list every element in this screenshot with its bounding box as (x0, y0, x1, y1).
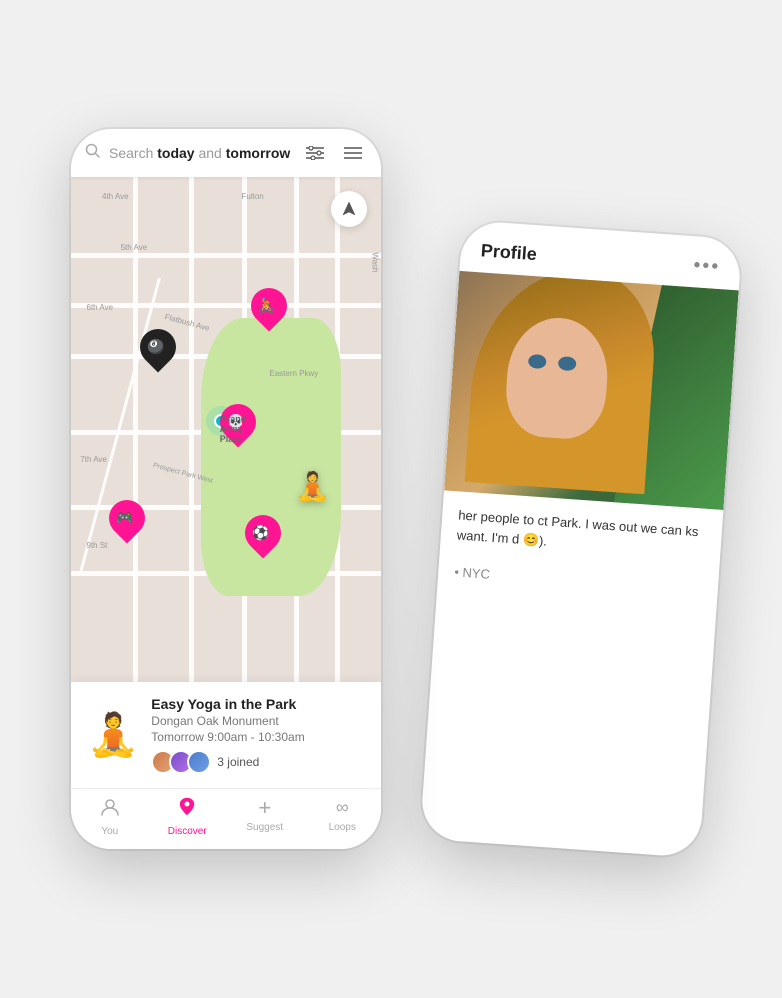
road-label-6: Fulton (242, 192, 264, 201)
road-label-2: 5th Ave (121, 243, 148, 252)
nav-label-loops: Loops (329, 822, 356, 833)
profile-title: Profile (480, 240, 537, 265)
pin-cycling[interactable]: 🚴 (251, 288, 287, 330)
bottom-nav: You Discover + Suggest ∞ (71, 788, 381, 849)
profile-photo (444, 271, 739, 510)
event-attendees: 3 joined (151, 750, 365, 774)
pin-yoga[interactable]: 🧘 (295, 470, 330, 503)
suggest-icon: + (258, 797, 271, 819)
search-text[interactable]: Search today and tomorrow (109, 145, 293, 161)
nav-item-loops[interactable]: ∞ Loops (312, 797, 372, 837)
search-bold-tomorrow: tomorrow (226, 145, 291, 161)
attendee-count: 3 joined (217, 755, 259, 769)
search-bold-today: today (157, 145, 194, 161)
map-area[interactable]: GrandArmyPlaza 4th Ave 5th Ave 6th Ave 7… (71, 177, 381, 682)
event-info: Easy Yoga in the Park Dongan Oak Monumen… (151, 696, 365, 774)
event-location: Dongan Oak Monument (151, 714, 365, 728)
loops-icon: ∞ (336, 797, 349, 819)
pin-soccer[interactable]: ⚽ (245, 515, 281, 557)
road-label-1: 4th Ave (102, 192, 129, 201)
you-icon (100, 797, 120, 823)
nav-label-you: You (101, 826, 118, 837)
nav-item-you[interactable]: You (80, 797, 140, 837)
nav-label-suggest: Suggest (246, 822, 283, 833)
profile-phone: Profile ••• her people to ct Park. I was… (420, 220, 743, 858)
search-actions (301, 139, 367, 167)
road-label-3: 6th Ave (87, 303, 114, 312)
pin-billiards[interactable]: 🎱 (140, 329, 176, 371)
profile-menu-button[interactable]: ••• (693, 254, 722, 279)
park-label: GrandArmyPlaza (220, 414, 247, 444)
search-icon (85, 143, 101, 164)
map-phone: Search today and tomorrow (71, 129, 381, 849)
nav-label-discover: Discover (168, 826, 207, 837)
event-time: Tomorrow 9:00am - 10:30am (151, 730, 365, 744)
scene: Profile ••• her people to ct Park. I was… (41, 69, 741, 929)
event-emoji: 🧘 (87, 711, 139, 760)
navigation-button[interactable] (331, 191, 367, 227)
search-bar: Search today and tomorrow (71, 129, 381, 177)
road-label-5: 9th St (87, 541, 108, 550)
road-label-7: Wash (370, 252, 379, 272)
discover-icon (177, 797, 197, 823)
attendee-avatar-3 (187, 750, 211, 774)
attendee-avatar-list (151, 750, 211, 774)
list-view-button[interactable] (339, 139, 367, 167)
search-conjunction: and (195, 145, 226, 161)
pin-gaming[interactable]: 🎮 (109, 500, 145, 542)
event-card[interactable]: 🧘 Easy Yoga in the Park Dongan Oak Monum… (71, 682, 381, 788)
road-label-9: Eastern Pkwy (269, 369, 318, 378)
road-label-4: 7th Ave (80, 455, 107, 464)
nav-item-suggest[interactable]: + Suggest (235, 797, 295, 837)
nav-item-discover[interactable]: Discover (157, 797, 217, 837)
event-title: Easy Yoga in the Park (151, 696, 365, 712)
filter-button[interactable] (301, 139, 329, 167)
